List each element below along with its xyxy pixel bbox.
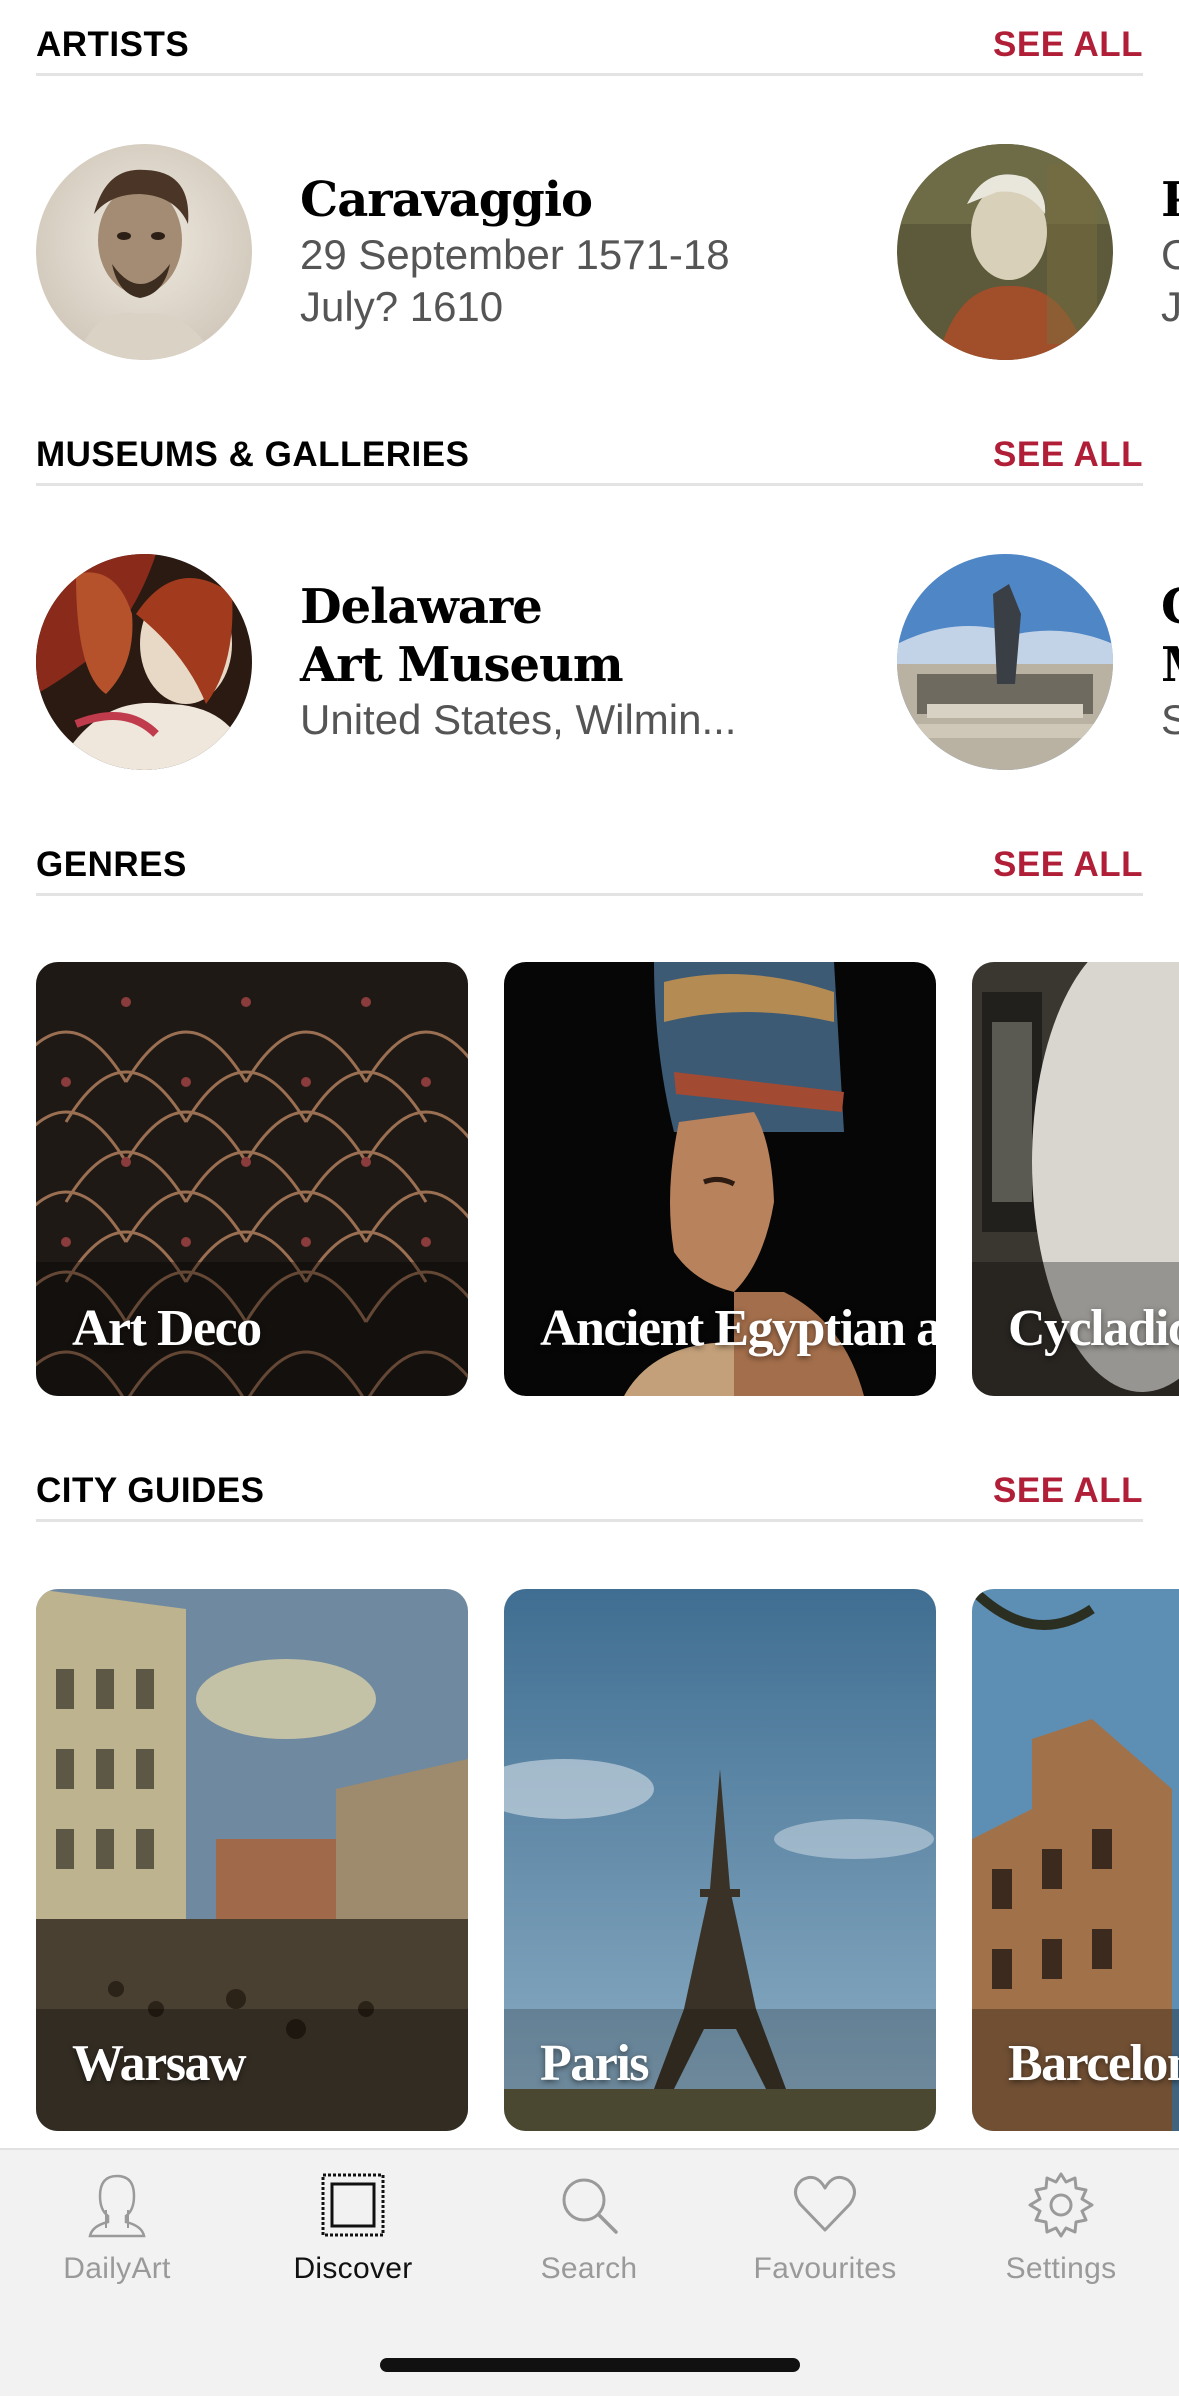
artist-card-next[interactable]: P C J (897, 142, 1179, 362)
museums-carousel[interactable]: Delaware Art Museum United States, Wilmi… (0, 552, 1179, 772)
artists-see-all-button[interactable]: SEE ALL (993, 25, 1143, 65)
tab-label: Settings (1005, 2252, 1117, 2285)
artist-name: P (1161, 171, 1179, 229)
artist-dates-line2: J (1161, 283, 1179, 330)
museums-section-header: MUSEUMS & GALLERIES SEE ALL (36, 426, 1143, 486)
bust-icon (88, 2174, 146, 2238)
genres-carousel[interactable]: Art Deco Ancient Egyptian art Cycladic (0, 962, 1179, 1396)
museum-card-next[interactable]: C M S (897, 552, 1179, 772)
museums-see-all-button[interactable]: SEE ALL (993, 435, 1143, 475)
city-guides-section-header: CITY GUIDES SEE ALL (36, 1462, 1143, 1522)
genre-tile-ancient-egyptian-art[interactable]: Ancient Egyptian art (504, 962, 936, 1396)
tab-label: DailyArt (63, 2252, 171, 2285)
genres-see-all-button[interactable]: SEE ALL (993, 845, 1143, 885)
section-title: CITY GUIDES (36, 1470, 265, 1510)
tab-settings[interactable]: Settings (961, 2170, 1161, 2286)
artist-info: P C J (1161, 171, 1179, 333)
section-title: GENRES (36, 844, 187, 884)
museum-image (897, 554, 1113, 770)
genre-label: Cycladic a (1008, 1300, 1179, 1357)
museum-card-delaware[interactable]: Delaware Art Museum United States, Wilmi… (36, 552, 760, 772)
museum-info: C M S (1161, 578, 1179, 746)
tab-dailyart[interactable]: DailyArt (17, 2170, 217, 2286)
home-indicator[interactable] (380, 2358, 800, 2372)
city-label: Barcelona (1008, 2035, 1179, 2092)
city-guides-see-all-button[interactable]: SEE ALL (993, 1471, 1143, 1511)
museum-name-line2: Art Museum (300, 637, 624, 693)
tab-label: Favourites (753, 2252, 897, 2285)
tab-label: Search (540, 2252, 638, 2285)
city-tile-barcelona[interactable]: Barcelona (972, 1589, 1179, 2131)
artists-carousel[interactable]: Caravaggio 29 September 1571-18 July? 16… (0, 142, 1179, 362)
magnifier-icon (562, 2178, 618, 2234)
museum-location: S (1161, 696, 1179, 743)
museum-name-line2: M (1161, 636, 1179, 694)
museum-image (36, 554, 252, 770)
museum-name-line1: Delaware (300, 579, 543, 635)
city-tile-warsaw[interactable]: Warsaw (36, 1589, 468, 2131)
genre-tile-cycladic-art[interactable]: Cycladic a (972, 962, 1179, 1396)
city-tile-paris[interactable]: Paris (504, 1589, 936, 2131)
artist-info: Caravaggio 29 September 1571-18 July? 16… (300, 171, 760, 333)
tab-search[interactable]: Search (489, 2170, 689, 2286)
artist-portrait (36, 144, 252, 360)
section-title: ARTISTS (36, 24, 190, 64)
heart-icon (794, 2175, 856, 2232)
genres-section-header: GENRES SEE ALL (36, 836, 1143, 896)
artist-dates-line2: July? 1610 (300, 283, 504, 330)
city-label: Paris (540, 2035, 650, 2092)
artist-name: Caravaggio (300, 172, 593, 228)
genre-label: Art Deco (72, 1300, 262, 1357)
museum-name-line1: C (1161, 578, 1179, 636)
artist-dates-line1: C (1161, 231, 1179, 278)
museum-location: United States, Wilmin... (300, 696, 737, 743)
artist-portrait (897, 144, 1113, 360)
tab-favourites[interactable]: Favourites (725, 2170, 925, 2286)
tab-label: Discover (293, 2252, 413, 2285)
artists-section-header: ARTISTS SEE ALL (36, 16, 1143, 76)
museum-info: Delaware Art Museum United States, Wilmi… (300, 578, 760, 746)
city-label: Warsaw (72, 2035, 247, 2092)
frame-icon (321, 2173, 385, 2237)
city-guides-carousel[interactable]: Warsaw Paris Barcelo (0, 1589, 1179, 2131)
artist-card-caravaggio[interactable]: Caravaggio 29 September 1571-18 July? 16… (36, 142, 760, 362)
gear-icon (1028, 2172, 1094, 2238)
section-title: MUSEUMS & GALLERIES (36, 434, 470, 474)
genre-tile-art-deco[interactable]: Art Deco (36, 962, 468, 1396)
artist-dates-line1: 29 September 1571-18 (300, 231, 730, 278)
tab-discover[interactable]: Discover (253, 2170, 453, 2286)
genre-label: Ancient Egyptian art (540, 1300, 936, 1357)
